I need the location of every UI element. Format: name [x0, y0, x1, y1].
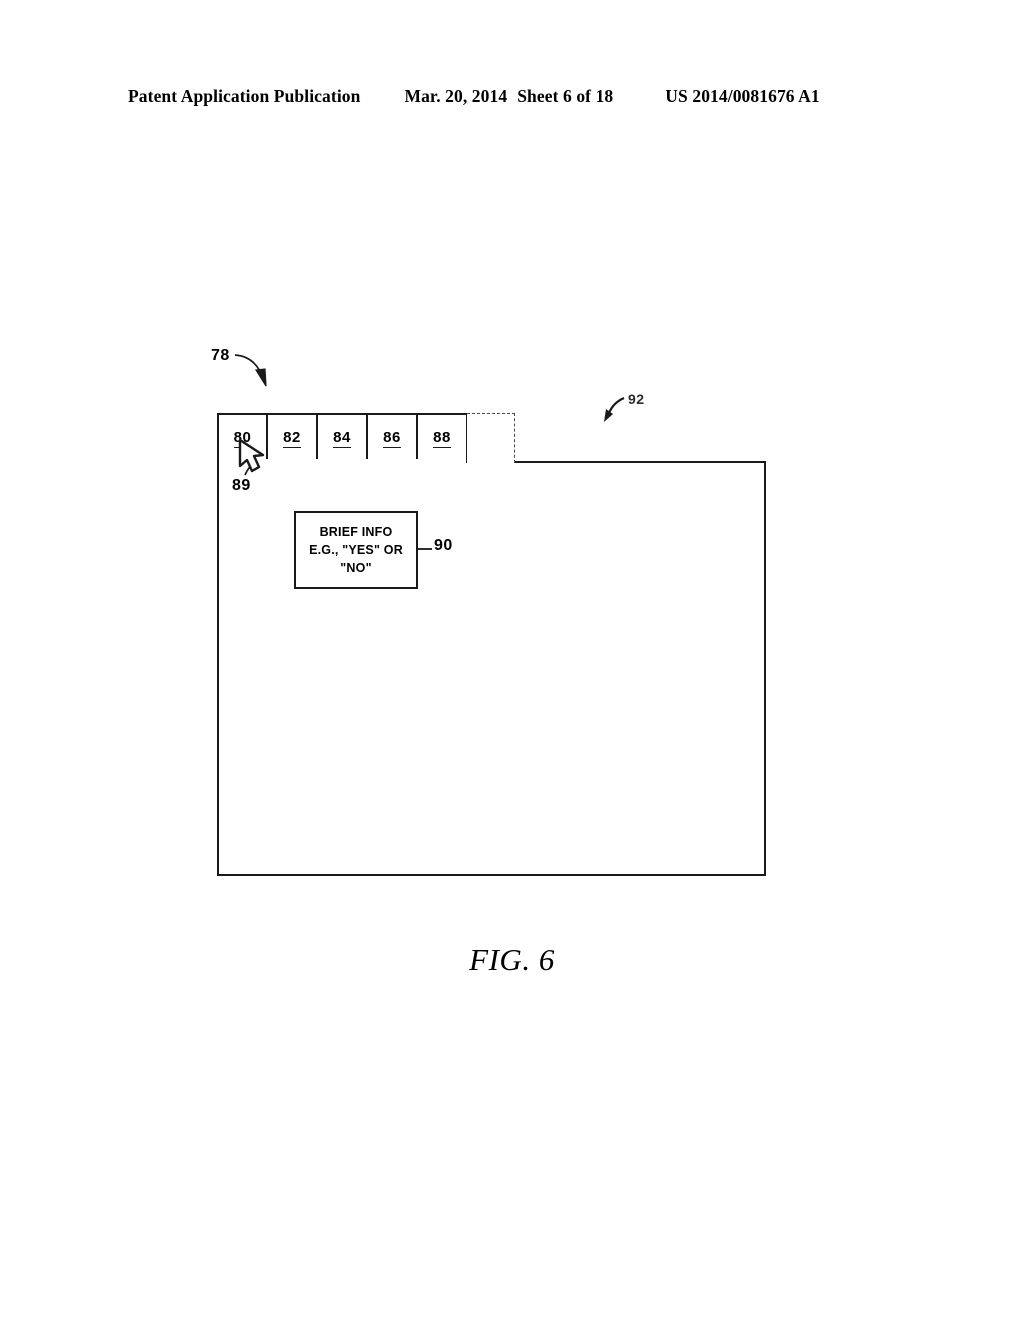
tab-84[interactable]: 84 — [317, 413, 367, 463]
tab-86-label: 86 — [383, 429, 401, 448]
tab-strip: 80 82 84 86 88 — [217, 413, 517, 463]
brief-info-box: BRIEF INFO E.G., "YES" OR "NO" — [294, 511, 418, 589]
brief-info-line-1: BRIEF INFO — [319, 524, 393, 539]
arrowhead-92 — [604, 409, 613, 422]
reference-numeral-90: 90 — [434, 537, 453, 554]
figure-caption: FIG. 6 — [469, 942, 555, 977]
tab-80-label: 80 — [233, 429, 252, 448]
tab-82-label: 82 — [283, 429, 301, 448]
reference-numeral-89: 89 — [232, 477, 251, 494]
tab-88[interactable]: 88 — [417, 413, 467, 463]
arrowhead-78 — [254, 368, 267, 387]
reference-numeral-78: 78 — [211, 347, 230, 364]
tab-placeholder-dashed[interactable] — [467, 413, 515, 463]
tab-86[interactable]: 86 — [367, 413, 417, 463]
tab-88-label: 88 — [433, 429, 451, 448]
reference-numeral-92: 92 — [628, 391, 645, 407]
tab-80[interactable]: 80 — [217, 413, 267, 463]
figure-6-drawing: 80 82 84 86 88 BRIEF INFO E.G., "YES" OR… — [0, 0, 1024, 1320]
brief-info-line-2: E.G., "YES" OR "NO" — [309, 542, 403, 576]
leader-line-92 — [607, 396, 625, 414]
tab-84-label: 84 — [333, 429, 351, 448]
tab-panel-joint — [219, 459, 465, 464]
tab-82[interactable]: 82 — [267, 413, 317, 463]
leader-line-78 — [234, 354, 264, 379]
